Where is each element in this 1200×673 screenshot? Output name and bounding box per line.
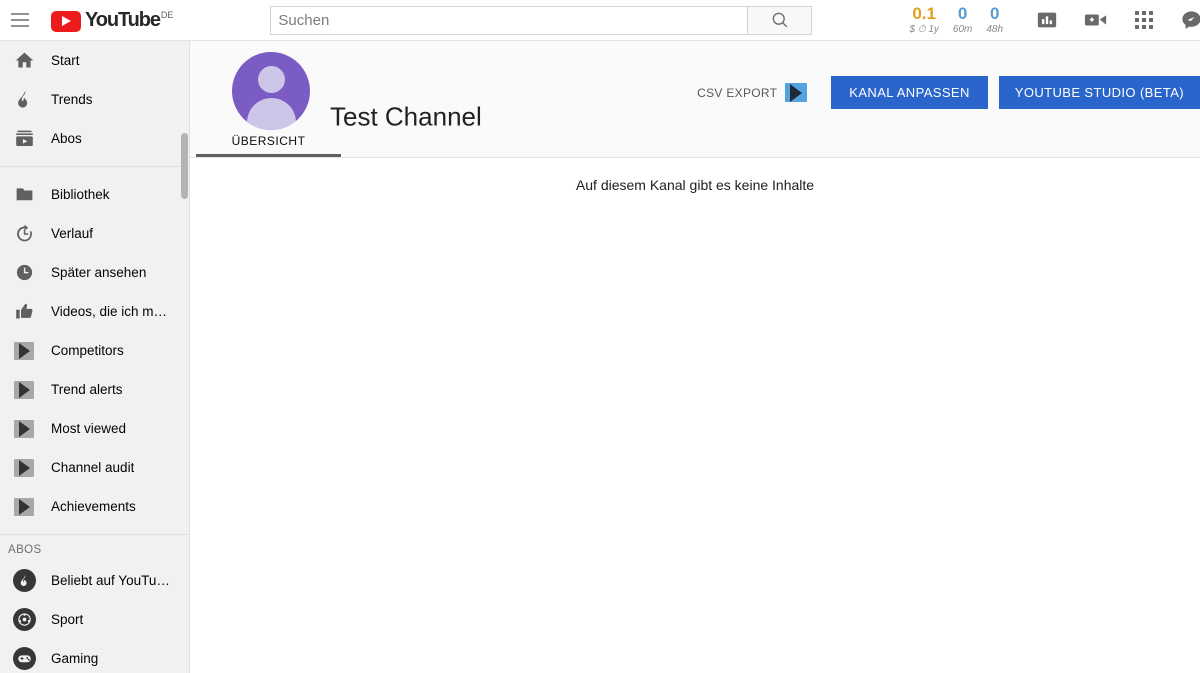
sidebar-item-bibliothek[interactable]: Bibliothek <box>0 175 189 214</box>
youtube-studio-button[interactable]: YOUTUBE STUDIO (BETA) <box>998 76 1200 109</box>
tab-label: ÜBERSICHT <box>231 134 306 148</box>
metric-views-60m[interactable]: 0 60m <box>946 4 979 36</box>
youtube-play-logo-icon <box>51 11 81 32</box>
subscriptions-icon <box>8 128 40 149</box>
sidebar-item-label: Verlauf <box>51 226 94 241</box>
vidiq-play-badge-icon <box>8 497 40 516</box>
tab-uebersicht[interactable]: ÜBERSICHT <box>196 134 341 157</box>
sidebar-item-competitors[interactable]: Competitors <box>0 331 189 370</box>
sidebar-item-verlauf[interactable]: Verlauf <box>0 214 189 253</box>
sidebar-item-sport[interactable]: Sport <box>0 600 189 639</box>
messages-icon[interactable] <box>1180 9 1200 32</box>
sidebar-section-title-abos: ABOS <box>8 544 42 556</box>
watch-later-clock-icon <box>8 262 40 283</box>
liked-videos-thumbs-up-icon <box>8 301 40 322</box>
empty-state-message: Auf diesem Kanal gibt es keine Inhalte <box>575 177 815 193</box>
youtube-logo[interactable]: YouTube DE <box>51 8 173 32</box>
sidebar-item-label: Trend alerts <box>51 382 123 397</box>
search-icon <box>772 12 788 28</box>
metric-score-1y[interactable]: 0.1 $ ⏱ 1y <box>902 4 945 36</box>
analytics-bar-chart-icon[interactable] <box>1036 9 1058 31</box>
channel-header-actions: CSV EXPORT KANAL ANPASSEN YOUTUBE STUDIO… <box>697 76 1200 109</box>
sidebar-item-label: Bibliothek <box>51 187 110 202</box>
sidebar-item-channel-audit[interactable]: Channel audit <box>0 448 189 487</box>
home-icon <box>8 50 40 71</box>
sidebar-item-gaming[interactable]: Gaming <box>0 639 189 673</box>
sidebar-divider <box>0 534 189 535</box>
sidebar-item-abos[interactable]: Abos <box>0 119 189 158</box>
sidebar-item-label: Most viewed <box>51 421 127 436</box>
sidebar-item-most-viewed[interactable]: Most viewed <box>0 409 189 448</box>
metric-views-48h[interactable]: 0 48h <box>979 4 1010 36</box>
sidebar-item-liked-videos[interactable]: Videos, die ich m… <box>0 292 189 331</box>
sidebar-item-label: Achievements <box>51 499 136 514</box>
sidebar-item-beliebt-auf-youtube[interactable]: Beliebt auf YouTu… <box>0 561 189 600</box>
sports-ball-circle-icon <box>8 608 40 631</box>
sidebar-item-label: Beliebt auf YouTu… <box>51 573 170 588</box>
sidebar-item-trend-alerts[interactable]: Trend alerts <box>0 370 189 409</box>
library-folder-icon <box>8 184 40 205</box>
main-content-area: Test Channel ÜBERSICHT CSV EXPORT KANAL … <box>190 41 1200 673</box>
search-bar <box>270 5 813 35</box>
sidebar-item-label: Abos <box>51 131 82 146</box>
vidiq-play-badge-icon <box>8 419 40 438</box>
create-video-icon[interactable] <box>1084 9 1108 31</box>
sidebar-divider <box>0 166 189 167</box>
search-button[interactable] <box>747 5 813 35</box>
sidebar-item-label: Videos, die ich m… <box>51 304 168 319</box>
popular-flame-circle-icon <box>8 569 40 592</box>
sidebar-item-label: Sport <box>51 612 84 627</box>
history-clock-icon <box>8 223 40 244</box>
hamburger-menu-icon[interactable] <box>8 8 29 32</box>
sidebar-item-start[interactable]: Start <box>0 41 189 80</box>
tab-active-underline <box>196 154 341 157</box>
sidebar-scrollbar-thumb[interactable] <box>181 133 188 199</box>
youtube-country-code: DE <box>160 10 174 20</box>
apps-grid-icon[interactable] <box>1134 10 1154 30</box>
sidebar-item-spaeter-ansehen[interactable]: Später ansehen <box>0 253 189 292</box>
vidiq-metrics-panel: 0.1 $ ⏱ 1y 0 60m 0 48h <box>902 4 1010 36</box>
channel-title: Test Channel <box>330 101 482 132</box>
trending-flame-icon <box>8 89 40 110</box>
customize-channel-button[interactable]: KANAL ANPASSEN <box>831 76 988 109</box>
youtube-wordmark: YouTube <box>85 9 161 31</box>
gaming-controller-circle-icon <box>8 647 40 670</box>
left-sidebar: Start Trends Abos Bibliothek Verlauf Spä… <box>0 41 190 673</box>
vidiq-export-badge-icon <box>785 83 808 102</box>
top-bar-icon-group <box>1036 4 1200 36</box>
channel-header: Test Channel ÜBERSICHT CSV EXPORT KANAL … <box>190 41 1200 158</box>
csv-export-label: CSV EXPORT <box>697 85 778 100</box>
csv-export-button[interactable]: CSV EXPORT <box>697 83 808 102</box>
sidebar-item-achievements[interactable]: Achievements <box>0 487 189 526</box>
avatar-head <box>257 66 285 93</box>
vidiq-play-badge-icon <box>8 458 40 477</box>
sidebar-item-label: Gaming <box>51 651 99 666</box>
sidebar-item-label: Trends <box>51 92 93 107</box>
sidebar-item-label: Competitors <box>51 343 124 358</box>
sidebar-item-label: Channel audit <box>51 460 135 475</box>
search-input[interactable] <box>270 5 748 35</box>
top-navigation-bar: YouTube DE 0.1 $ ⏱ 1y 0 60m 0 48h <box>0 0 1200 41</box>
vidiq-play-badge-icon <box>8 380 40 399</box>
sidebar-item-label: Start <box>51 53 80 68</box>
avatar-body <box>246 98 296 130</box>
channel-avatar[interactable] <box>232 52 310 130</box>
sidebar-item-label: Später ansehen <box>51 265 147 280</box>
sidebar-item-trends[interactable]: Trends <box>0 80 189 119</box>
vidiq-play-badge-icon <box>8 341 40 360</box>
